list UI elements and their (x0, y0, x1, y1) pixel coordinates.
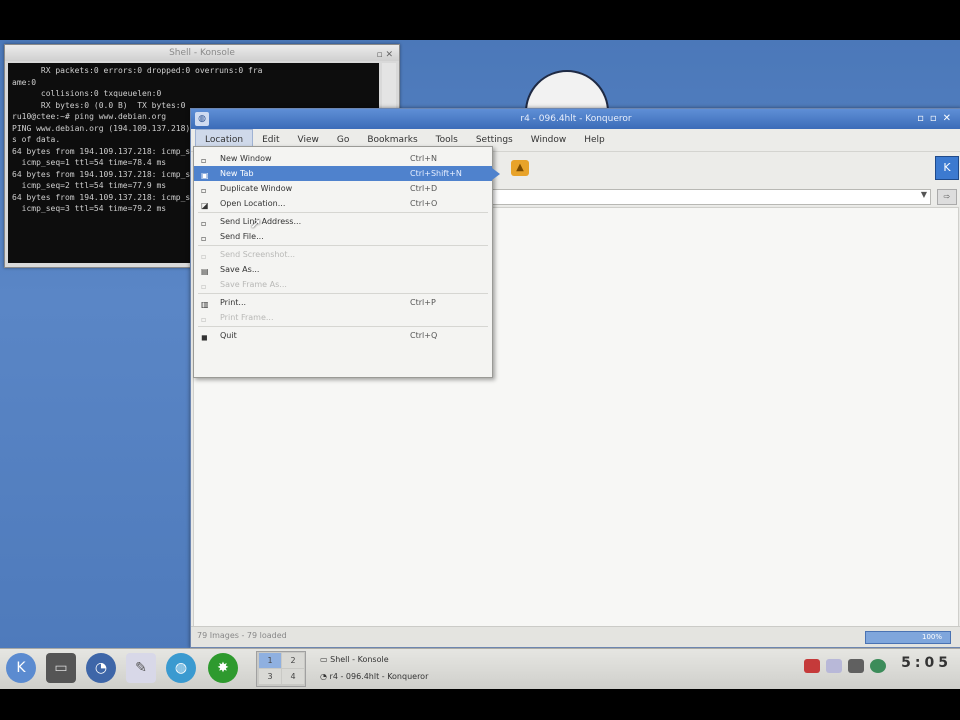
menu-item-print[interactable]: ▥ Print... Ctrl+P (194, 295, 492, 310)
menu-item-label: Save As... (220, 265, 260, 274)
tray-update-icon[interactable] (870, 659, 886, 673)
browser-launcher-icon[interactable]: ◍ (166, 653, 196, 683)
menu-separator (198, 326, 488, 327)
menu-window[interactable]: Window (522, 130, 576, 150)
menu-item-shortcut: Ctrl+D (410, 184, 438, 193)
menu-item-shortcut: Ctrl+P (410, 298, 436, 307)
terminal-line: RX packets:0 errors:0 dropped:0 overruns… (12, 66, 263, 75)
menu-item-label: Save Frame As... (220, 280, 287, 289)
tray-clipboard-icon[interactable] (826, 659, 842, 673)
statusbar: 79 Images - 79 loaded 100% (191, 626, 960, 647)
menu-item-print-frame[interactable]: ▫ Print Frame... (194, 310, 492, 325)
menu-item-icon: ▣ (201, 171, 209, 180)
menu-item-label: Duplicate Window (220, 184, 293, 193)
menu-item-icon: ◼ (201, 333, 208, 342)
menu-item-send-link-address[interactable]: ▫ Send Link Address... (194, 214, 492, 229)
menu-item-send-screenshot[interactable]: ▫ Send Screenshot... (194, 247, 492, 262)
menu-item-icon: ▫ (201, 282, 207, 291)
menu-item-label: New Window (220, 154, 272, 163)
menu-item-send-file[interactable]: ▫ Send File... (194, 229, 492, 244)
desktop-pager[interactable]: 1234 (256, 651, 306, 687)
menu-item-new-window[interactable]: ▫ New Window Ctrl+N (194, 151, 492, 166)
konqueror-title: r4 - 096.4hlt - Konqueror (520, 114, 632, 124)
go-button[interactable]: ⇨ (937, 189, 957, 205)
menu-item-shortcut: Ctrl+Shift+N (410, 169, 462, 178)
menu-item-icon: ▫ (201, 234, 207, 243)
menu-item-label: Print... (220, 298, 247, 307)
pager-desktop[interactable]: 3 (259, 669, 281, 684)
update-launcher-icon[interactable]: ✸ (208, 653, 238, 683)
editor-launcher-icon[interactable]: ✎ (126, 653, 156, 683)
desktop: Shell - Konsole ▫ ✕ RX packets:0 errors:… (0, 40, 960, 688)
menu-item-duplicate-window[interactable]: ▫ Duplicate Window Ctrl+D (194, 181, 492, 196)
menu-separator (198, 245, 488, 246)
location-menu-dropdown: ▫ New Window Ctrl+N ▣ New Tab Ctrl+Shift+N ▫ Du… (193, 146, 500, 378)
kde-menu-button[interactable]: K (6, 653, 36, 683)
progress-label: 100% (921, 633, 942, 641)
menu-item-icon: ▫ (201, 315, 207, 324)
clock[interactable]: 5:05 (901, 655, 952, 671)
konsole-titlebar[interactable]: Shell - Konsole ▫ ✕ (5, 45, 399, 61)
pager-desktop[interactable]: 1 (259, 653, 281, 668)
menu-item-icon: ▤ (201, 267, 209, 276)
chevron-down-icon[interactable]: ▼ (921, 190, 927, 199)
terminal-line: ame:0 (12, 77, 37, 87)
menu-separator (198, 293, 488, 294)
menu-item-shortcut: Ctrl+O (410, 199, 438, 208)
konsole-title: Shell - Konsole (169, 48, 235, 58)
mouse-cursor-icon: ➚ (250, 216, 262, 232)
terminal-task-icon: ▭ (320, 655, 331, 664)
kde-throbber-icon[interactable]: K (935, 156, 959, 180)
menu-item-label: New Tab (220, 169, 254, 178)
menu-item-icon: ▫ (201, 252, 207, 261)
konqueror-app-icon[interactable]: ◍ (195, 112, 209, 126)
konqueror-task-icon: ◔ (320, 672, 330, 681)
menu-item-icon: ▫ (201, 219, 207, 228)
kde-panel: K ▭ ◔ ✎ ◍ ✸ 1234 ▭ Shell - Konsole ◔ r4 … (0, 648, 960, 689)
menu-help[interactable]: Help (575, 130, 614, 150)
task-konsole[interactable]: ▭ Shell - Konsole (320, 652, 389, 668)
menu-item-icon: ▥ (201, 300, 209, 309)
menu-item-shortcut: Ctrl+Q (410, 331, 438, 340)
konqueror-launcher-icon[interactable]: ◔ (86, 653, 116, 683)
load-progress-bar: 100% (865, 631, 951, 644)
tray-flag-icon[interactable] (804, 659, 820, 673)
menu-item-new-tab[interactable]: ▣ New Tab Ctrl+Shift+N (194, 166, 500, 181)
location-input[interactable] (491, 189, 931, 205)
pager-desktop[interactable]: 4 (282, 669, 304, 684)
pager-desktop[interactable]: 2 (282, 653, 304, 668)
terminal-line: collisions:0 txqueuelen:0 (12, 89, 162, 98)
konqueror-titlebar[interactable]: ◍ r4 - 096.4hlt - Konqueror ▫▫✕ (191, 109, 960, 129)
menu-item-save-as[interactable]: ▤ Save As... (194, 262, 492, 277)
menu-item-quit[interactable]: ◼ Quit Ctrl+Q (194, 328, 492, 343)
menu-item-label: Send Screenshot... (220, 250, 296, 259)
menu-item-icon: ▫ (201, 186, 207, 195)
menu-item-icon: ◪ (201, 201, 209, 210)
window-control-buttons[interactable]: ▫▫✕ (917, 109, 957, 129)
menu-item-save-frame-as[interactable]: ▫ Save Frame As... (194, 277, 492, 292)
submenu-arrow-icon (492, 168, 500, 180)
terminal-launcher-icon[interactable]: ▭ (46, 653, 76, 683)
menu-item-label: Quit (220, 331, 237, 340)
tray-network-icon[interactable] (848, 659, 864, 673)
task-konqueror[interactable]: ◔ r4 - 096.4hlt - Konqueror (320, 669, 428, 685)
window-buttons[interactable]: ▫ ✕ (376, 47, 393, 63)
menu-item-label: Open Location... (220, 199, 286, 208)
menu-item-shortcut: Ctrl+N (410, 154, 437, 163)
menu-item-open-location[interactable]: ◪ Open Location... Ctrl+O (194, 196, 492, 211)
menu-separator (198, 212, 488, 213)
menu-item-label: Print Frame... (220, 313, 274, 322)
lock-icon[interactable]: ▲ (511, 160, 529, 176)
status-text: 79 Images - 79 loaded (197, 631, 287, 640)
menu-item-icon: ▫ (201, 156, 207, 165)
